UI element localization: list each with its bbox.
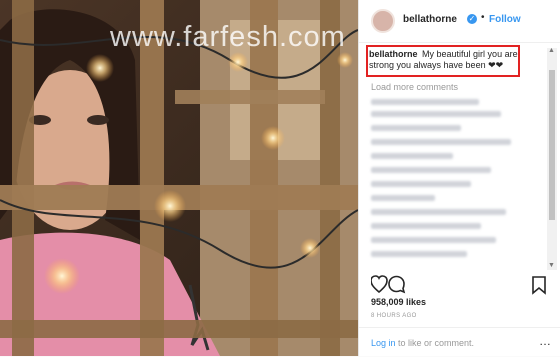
blurred-comment <box>371 139 511 145</box>
scroll-down-arrow-icon[interactable]: ▼ <box>548 262 555 269</box>
blurred-comment <box>371 237 496 243</box>
caption-username[interactable]: bellathorne <box>369 49 418 59</box>
post-photo[interactable]: www.farfesh.com <box>0 0 358 356</box>
instagram-post: www.farfesh.com bellathorne ✓ • Follow b… <box>0 0 560 356</box>
post-side-panel: bellathorne ✓ • Follow bellathorne My be… <box>358 0 560 356</box>
blurred-comment <box>371 111 501 117</box>
watermark-text: www.farfesh.com <box>110 21 346 53</box>
bookmark-icon[interactable] <box>532 276 546 295</box>
blurred-comment <box>371 181 471 187</box>
follow-button[interactable]: Follow <box>489 14 521 25</box>
blurred-comment <box>371 99 479 105</box>
blurred-comment <box>371 195 435 201</box>
more-options-icon[interactable]: … <box>539 334 551 348</box>
blurred-comment <box>371 251 467 257</box>
action-icons <box>371 275 546 295</box>
post-caption: bellathorne My beautiful girl you are st… <box>369 49 519 71</box>
login-prompt: Log in to like or comment. <box>371 338 474 348</box>
comment-icon[interactable] <box>388 275 406 294</box>
post-timestamp: 8 HOURS AGO <box>371 313 417 319</box>
action-bar <box>371 275 547 295</box>
login-footer: Log in to like or comment. … <box>359 327 560 357</box>
verified-icon: ✓ <box>467 14 477 24</box>
blurred-comment <box>371 223 481 229</box>
login-rest-text: to like or comment. <box>395 338 475 348</box>
avatar[interactable] <box>371 9 395 33</box>
likes-count[interactable]: 958,009 likes <box>371 297 426 307</box>
separator-dot: • <box>481 12 485 23</box>
blurred-comment <box>371 209 506 215</box>
blurred-comment <box>371 125 461 131</box>
scrollbar-thumb[interactable] <box>549 70 555 220</box>
heart-icon[interactable] <box>371 275 388 294</box>
blurred-comment <box>371 153 453 159</box>
login-link[interactable]: Log in <box>371 338 396 348</box>
post-header: bellathorne ✓ • Follow <box>359 0 560 43</box>
comments-section: bellathorne My beautiful girl you are st… <box>359 43 560 268</box>
blurred-comment <box>371 167 491 173</box>
load-more-comments-link[interactable]: Load more comments <box>371 82 458 92</box>
username-link[interactable]: bellathorne <box>403 14 457 25</box>
scroll-up-arrow-icon[interactable]: ▲ <box>548 47 555 54</box>
